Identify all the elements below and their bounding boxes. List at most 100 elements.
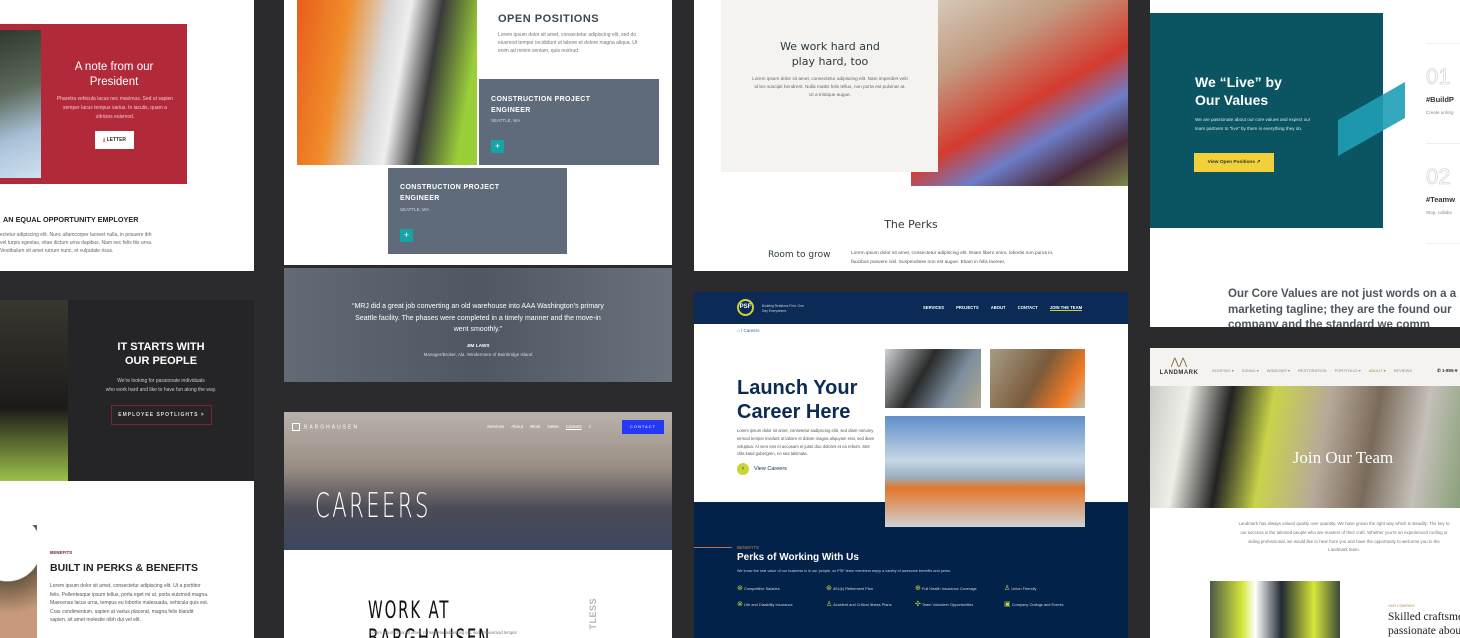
perks-body: We know the real value of our business i…: [737, 569, 952, 573]
eoe-title: AN EQUAL OPPORTUNITY EMPLOYER: [3, 215, 139, 224]
benefit-item: ⊛ Competitive Salaries: [737, 585, 780, 592]
nav-work[interactable]: Work: [530, 424, 540, 429]
nav-careers[interactable]: Careers: [566, 424, 582, 429]
divider: [1426, 143, 1460, 144]
letter-button[interactable]: ⤓ LETTER: [95, 131, 134, 149]
nav-roofing[interactable]: ROOFING ▾: [1212, 368, 1234, 373]
work-hard-heading: We work hard and play hard, too: [780, 40, 880, 68]
calendar-icon: ▣: [1004, 601, 1011, 608]
rooftop-team-photo: [885, 416, 1085, 527]
careers-hero-title: CAREERS: [315, 486, 431, 526]
landmark-nav: ROOFING ▾ SIDING ▾ WINDOWS ▾ RESTORATION…: [1212, 368, 1412, 373]
nav-siding[interactable]: SIDING ▾: [1242, 368, 1259, 373]
view-careers-button[interactable]: › View Careers: [737, 463, 787, 475]
nav-portfolio[interactable]: PORTFOLIO ▾: [1335, 368, 1361, 373]
panel-open-positions: OPEN POSITIONS Lorem ipsum dolor sit ame…: [284, 0, 672, 265]
psf-logo[interactable]: PSF: [737, 299, 754, 316]
core-values-statement: Our Core Values are not just words on a …: [1228, 288, 1457, 327]
panel-landmark: ⋀⋀ LANDMARK ROOFING ▾ SIDING ▾ WINDOWS ▾ …: [1150, 348, 1460, 638]
hands-icon: ✣: [915, 601, 921, 608]
open-positions-body: Lorem ipsum dolor sit amet, consectetur …: [498, 32, 638, 54]
president-body: Pharetra vehicula lacus nec maximus. Sed…: [56, 96, 174, 120]
divider: [1426, 243, 1460, 244]
parallelogram-shape: [1338, 82, 1405, 156]
panel-psf: PSF Building Relations First. One Day Ev…: [694, 292, 1128, 638]
value-number: 01: [1426, 64, 1451, 90]
nav-services[interactable]: SERVICES: [923, 305, 944, 311]
job-title: CONSTRUCTION PROJECT ENGINEER: [400, 184, 500, 202]
contact-button[interactable]: CONTACT: [622, 420, 664, 434]
panel-testimonial: “MRJ did a great job converting an old w…: [284, 268, 672, 382]
nav-about[interactable]: About: [511, 424, 523, 429]
landmark-logo[interactable]: ⋀⋀ LANDMARK: [1158, 352, 1200, 376]
perk-name: Room to grow: [768, 250, 831, 260]
benefits-eyebrow: BENEFITS: [50, 550, 73, 555]
people-body: We're looking for passionate individuals…: [105, 378, 217, 393]
panel-president: A note from our President Pharetra vehic…: [0, 0, 254, 271]
pipe-worker-photo: [990, 349, 1085, 408]
values-heading: We “Live” by Our Values: [1195, 74, 1282, 108]
value-desc: Stop, collabo: [1426, 210, 1453, 215]
perks-title: The Perks: [884, 218, 938, 231]
nav-reviews[interactable]: REVIEWS: [1394, 368, 1412, 373]
health-icon: ⊕: [915, 585, 921, 592]
nav-restoration[interactable]: RESTORATION: [1298, 368, 1327, 373]
nav-services[interactable]: Services: [487, 424, 504, 429]
join-our-team-title: Join Our Team: [1292, 448, 1394, 467]
hardhat-photo: [0, 525, 37, 638]
piggy-bank-icon: ⊛: [826, 585, 832, 592]
crew-photo: [1210, 581, 1340, 638]
search-icon[interactable]: ⌕: [589, 424, 592, 429]
testimonial-role: Manager/Broker, Ala. Windermere of Bainb…: [423, 352, 533, 357]
breadcrumb-careers[interactable]: Careers: [743, 328, 759, 333]
employee-spotlights-button[interactable]: EMPLOYEE SPOTLIGHTS >: [111, 405, 212, 425]
people-heading: IT STARTS WITH OUR PEOPLE: [117, 341, 205, 367]
job-card[interactable]: CONSTRUCTION PROJECT ENGINEER SEATTLE, W…: [479, 79, 659, 165]
value-number: 02: [1426, 164, 1451, 190]
job-title: CONSTRUCTION PROJECT ENGINEER: [491, 96, 591, 114]
psf-tagline: Building Relations First. One Day Everyw…: [762, 304, 804, 313]
logo-mark-icon: [292, 423, 300, 431]
arrow-right-icon: ›: [737, 463, 749, 475]
president-photo: [0, 30, 41, 178]
home-icon[interactable]: ⌂: [737, 328, 740, 333]
mountain-logo-icon: ⋀⋀: [1170, 357, 1188, 368]
benefit-item: ✣ Team Volunteer Opportunities: [915, 601, 974, 608]
panel-perks: We work hard and play hard, too Lorem ip…: [694, 0, 1128, 271]
nav-contact[interactable]: CONTACT: [1018, 305, 1038, 311]
view-open-positions-button[interactable]: View Open Positions ↗: [1194, 153, 1274, 172]
testimonial-author: JIM LAWS: [466, 344, 490, 349]
job-card[interactable]: CONSTRUCTION PROJECT ENGINEER SEATTLE, W…: [388, 168, 567, 254]
team-selfie-photo: [911, 0, 1128, 186]
skilled-craftsmen-heading: Skilled craftsmen passionate about quali…: [1388, 611, 1460, 637]
expand-job-button[interactable]: +: [491, 140, 504, 153]
job-location: SEATTLE, WA: [400, 207, 430, 212]
work-hard-body: Lorem ipsum dolor sit amet, consectetur …: [752, 76, 908, 97]
nav-projects[interactable]: PROJECTS: [956, 305, 979, 311]
value-tag: #Teamw: [1426, 195, 1456, 204]
benefits-eyebrow: BENEFITS: [694, 545, 759, 550]
join-team-hero-photo: [1150, 386, 1460, 508]
nav-about[interactable]: ABOUT ▾: [1369, 368, 1386, 373]
expand-job-button[interactable]: +: [400, 229, 413, 242]
nav-windows[interactable]: WINDOWS ▾: [1267, 368, 1290, 373]
panel-values: We “Live” by Our Values We are passionate…: [1150, 0, 1460, 327]
president-heading: A note from our President: [74, 61, 154, 88]
psf-nav: SERVICES PROJECTS ABOUT CONTACT JOIN THE…: [923, 305, 1083, 311]
eoe-body: ectetur adipiscing elit. Nunc ullamcorpe…: [0, 232, 153, 254]
benefit-item: ♙ Accident and Critical Illness Plans: [826, 601, 892, 608]
testimonial-quote: “MRJ did a great job converting an old w…: [352, 303, 604, 333]
nav-news[interactable]: News: [547, 424, 558, 429]
work-at-body: Lorem ipsum dolor sit amet, consectetur …: [370, 630, 517, 635]
barghausen-logo[interactable]: BARGHAUSEN: [292, 423, 359, 431]
nav-about[interactable]: ABOUT: [991, 305, 1006, 311]
dollar-icon: ⊛: [737, 585, 743, 592]
landmark-body: Landmark has always valued quality over …: [1238, 521, 1450, 553]
worker-icon: ♙: [1004, 585, 1011, 592]
side-vertical-text: TLESS: [588, 598, 598, 630]
value-desc: Create unforg: [1426, 110, 1454, 115]
our-company-eyebrow: OUR COMPANY: [1388, 604, 1415, 608]
benefit-item: ♙ Union Friendly: [1004, 585, 1037, 592]
phone-link[interactable]: ✆ 1-855-9: [1437, 368, 1458, 374]
nav-join-the-team[interactable]: JOIN THE TEAM: [1049, 305, 1083, 311]
